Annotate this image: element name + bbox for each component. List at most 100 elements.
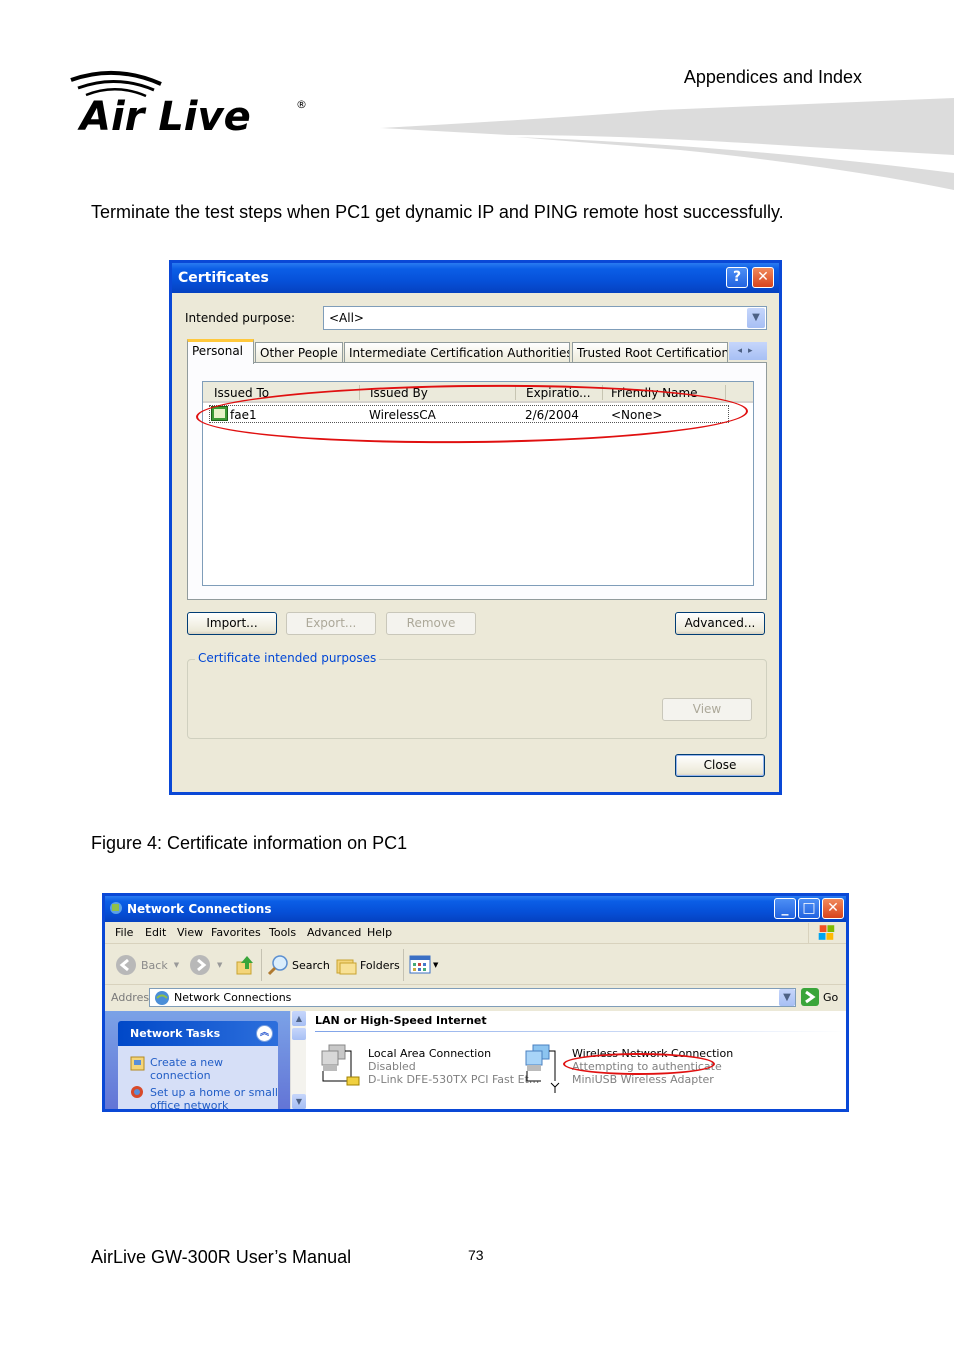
search-icon: [267, 955, 288, 976]
views-dropdown-icon[interactable]: ▼: [433, 961, 438, 969]
create-connection-icon: [130, 1056, 145, 1071]
menu-help[interactable]: Help: [367, 926, 392, 939]
menu-advanced[interactable]: Advanced: [307, 926, 361, 939]
close-button[interactable]: Close: [675, 754, 765, 777]
back-dropdown-icon[interactable]: ▼: [174, 961, 179, 969]
address-value: Network Connections: [174, 991, 292, 1004]
figure-caption: Figure 4: Certificate information on PC1: [91, 833, 408, 853]
scroll-up-icon[interactable]: ▲: [292, 1011, 306, 1026]
intended-purpose-value: <All>: [329, 311, 364, 325]
menu-favorites[interactable]: Favorites: [211, 926, 261, 939]
task-line: connection: [150, 1069, 211, 1082]
forward-button[interactable]: ▼: [189, 953, 222, 977]
network-tasks-list: Create a new connection Set up a home or…: [118, 1046, 278, 1112]
view-button[interactable]: View: [662, 698, 752, 721]
windows-logo-icon: [808, 923, 835, 943]
connection-item[interactable]: Local Area Connection Disabled D-Link DF…: [368, 1047, 539, 1086]
menu-edit[interactable]: Edit: [145, 926, 166, 939]
network-connections-icon: [110, 902, 122, 914]
close-icon[interactable]: ✕: [822, 898, 844, 919]
intended-purposes-group: Certificate intended purposes View: [187, 651, 767, 739]
scroll-down-icon[interactable]: ▼: [292, 1094, 306, 1109]
up-folder-button[interactable]: [235, 953, 255, 977]
task-line: office network: [150, 1099, 229, 1112]
home-network-icon: [131, 1086, 143, 1098]
section-title: Appendices and Index: [683, 67, 862, 87]
tab-intermediate-ca[interactable]: Intermediate Certification Authorities: [344, 342, 570, 363]
task-line: Set up a home or small: [150, 1086, 278, 1099]
toolbar: Back ▼ ▼ Search Folders ▼: [105, 945, 846, 985]
minimize-icon[interactable]: _: [774, 898, 796, 919]
intended-purpose-label: Intended purpose:: [185, 311, 296, 325]
folders-icon: [336, 959, 357, 975]
airlive-logo: Air Live ®: [70, 70, 307, 136]
back-label: Back: [141, 958, 168, 972]
vertical-scrollbar[interactable]: ▲ ▼: [290, 1011, 306, 1109]
chevron-down-icon[interactable]: ▼: [747, 308, 765, 328]
certificates-dialog: Certificates ? ✕ Intended purpose: <All>…: [169, 260, 782, 795]
logo-text: Air Live: [77, 94, 251, 136]
window-title: Network Connections: [127, 902, 272, 916]
header-swoosh-decoration: [380, 98, 954, 190]
manual-title: AirLive GW-300R User’s Manual: [91, 1247, 352, 1267]
connection-device: MiniUSB Wireless Adapter: [572, 1073, 714, 1086]
group-label: Certificate intended purposes: [195, 651, 380, 665]
task-setup-home-network[interactable]: Set up a home or small office network: [150, 1086, 278, 1112]
go-button[interactable]: Go: [801, 988, 838, 1006]
network-connections-window: Network Connections _ □ ✕ File Edit View…: [102, 893, 849, 1112]
dialog-title: Certificates: [178, 270, 269, 286]
content-area: Network Tasks ︽ Create a new connection …: [105, 1011, 846, 1112]
forward-dropdown-icon[interactable]: ▼: [217, 961, 222, 969]
address-bar: Address Network Connections ▼ Go: [105, 986, 846, 1010]
address-input[interactable]: Network Connections ▼: [149, 988, 796, 1007]
views-icon: [409, 955, 431, 974]
wireless-connection-icon: [525, 1044, 560, 1093]
folders-label: Folders: [360, 958, 400, 972]
go-arrow-icon: [801, 988, 819, 1006]
page-number: 73: [468, 1247, 484, 1263]
forward-arrow-icon: [190, 955, 210, 975]
remove-button[interactable]: Remove: [386, 612, 476, 635]
connection-name: Local Area Connection: [368, 1047, 492, 1060]
up-folder-icon: [236, 956, 253, 975]
go-label: Go: [823, 990, 839, 1004]
help-icon[interactable]: ?: [726, 267, 748, 288]
chevron-down-icon[interactable]: ▼: [779, 989, 795, 1006]
registered-mark: ®: [296, 98, 307, 111]
tab-other-people[interactable]: Other People: [255, 342, 343, 363]
maximize-icon[interactable]: □: [798, 898, 820, 919]
scroll-thumb[interactable]: [292, 1028, 306, 1040]
title-bar: Network Connections _ □ ✕: [105, 896, 846, 922]
export-button[interactable]: Export...: [286, 612, 376, 635]
tab-personal[interactable]: Personal: [187, 339, 254, 364]
intended-purpose-select[interactable]: <All> ▼: [323, 306, 767, 330]
views-button[interactable]: ▼: [409, 953, 438, 977]
search-button[interactable]: Search: [267, 953, 330, 977]
connection-status: Disabled: [368, 1060, 416, 1073]
network-tasks-header[interactable]: Network Tasks ︽: [118, 1021, 278, 1046]
back-button[interactable]: Back ▼: [115, 953, 179, 977]
back-arrow-icon: [116, 955, 136, 975]
menu-view[interactable]: View: [177, 926, 203, 939]
search-label: Search: [292, 958, 330, 972]
close-icon[interactable]: ✕: [752, 267, 774, 288]
folders-button[interactable]: Folders: [335, 953, 400, 977]
instruction-paragraph: Terminate the test steps when PC1 get dy…: [91, 202, 784, 222]
tab-strip: Personal Other People Intermediate Certi…: [187, 339, 767, 364]
import-button[interactable]: Import...: [187, 612, 277, 635]
menu-bar: File Edit View Favorites Tools Advanced …: [105, 922, 846, 944]
task-create-connection[interactable]: Create a new connection: [150, 1056, 223, 1082]
tab-trusted-root[interactable]: Trusted Root Certification: [572, 342, 728, 363]
tab-scroll-arrows-icon[interactable]: ◂▸: [729, 342, 767, 360]
lan-connection-icon: [321, 1044, 360, 1086]
task-pane: Network Tasks ︽ Create a new connection …: [105, 1011, 290, 1112]
menu-tools[interactable]: Tools: [269, 926, 296, 939]
menu-file[interactable]: File: [115, 926, 133, 939]
title-bar: Certificates ? ✕: [172, 263, 779, 293]
advanced-button[interactable]: Advanced...: [675, 612, 765, 635]
task-line: Create a new: [150, 1056, 224, 1069]
highlight-ellipse: [563, 1053, 715, 1075]
network-tasks-title: Network Tasks: [130, 1027, 221, 1040]
network-globe-icon: [155, 991, 169, 1005]
collapse-chevron-icon[interactable]: ︽: [256, 1025, 273, 1042]
